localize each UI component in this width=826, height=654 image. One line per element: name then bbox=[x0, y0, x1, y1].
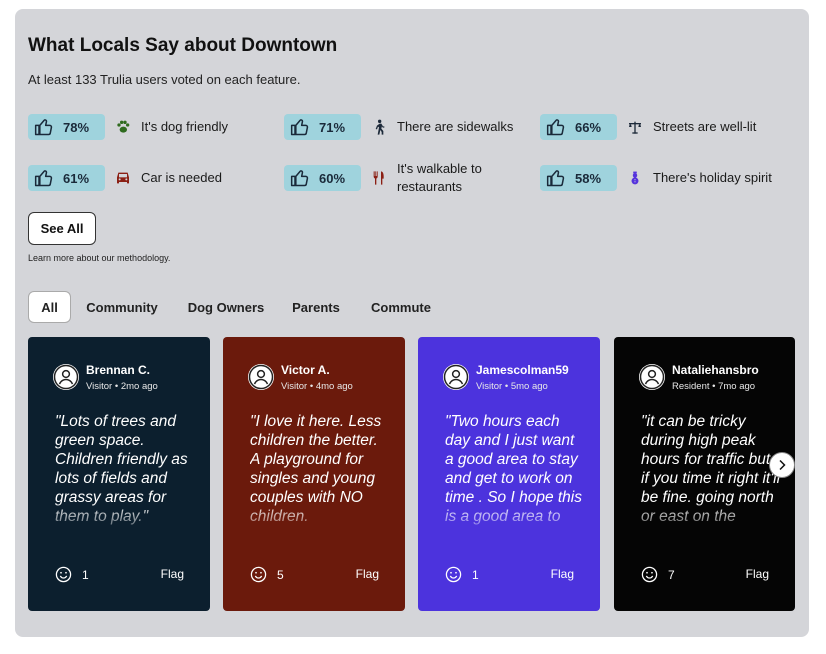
what-locals-say-panel: What Locals Say about Downtown At least … bbox=[15, 9, 809, 637]
review-quote: "it can be tricky during high peak hours… bbox=[641, 413, 781, 525]
reviewer-meta: Visitor • 5mo ago bbox=[476, 381, 548, 392]
review-quote: "Lots of trees and green space. Children… bbox=[55, 413, 188, 525]
review-card[interactable]: Nataliehansbro Resident • 7mo ago "it ca… bbox=[614, 337, 795, 611]
tab-commute[interactable]: Commute bbox=[364, 291, 438, 323]
percent-value: 58% bbox=[575, 170, 602, 186]
thumbs-up-icon bbox=[290, 119, 309, 136]
percent-badge: 58% bbox=[540, 165, 617, 191]
reviewer-meta: Visitor • 4mo ago bbox=[281, 381, 353, 392]
reviewer-name: Brennan C. bbox=[86, 363, 151, 377]
reaction-button[interactable]: 7 bbox=[641, 566, 675, 583]
feature-label: It's dog friendly bbox=[141, 119, 229, 134]
avatar bbox=[248, 364, 274, 390]
percent-value: 61% bbox=[63, 170, 90, 186]
feature-label: Car is needed bbox=[141, 170, 222, 185]
paw-icon bbox=[114, 118, 132, 136]
walking-person-icon bbox=[370, 118, 388, 136]
reaction-button[interactable]: 1 bbox=[55, 566, 89, 583]
flag-link[interactable]: Flag bbox=[356, 567, 379, 581]
reviewer-name: Jamescolman59 bbox=[476, 363, 569, 377]
thumbs-up-icon bbox=[34, 170, 53, 187]
percent-value: 78% bbox=[63, 119, 90, 135]
review-quote: "Two hours each day and I just want a go… bbox=[445, 413, 582, 525]
reaction-count: 5 bbox=[277, 567, 284, 582]
percent-badge: 61% bbox=[28, 165, 105, 191]
feature-well-lit[interactable]: 66% Streets are well-lit bbox=[540, 113, 756, 141]
fork-knife-icon bbox=[370, 169, 388, 187]
reaction-count: 7 bbox=[668, 567, 675, 582]
carousel-next-button[interactable] bbox=[769, 452, 795, 478]
flag-link[interactable]: Flag bbox=[746, 567, 769, 581]
reviewer-name: Victor A. bbox=[281, 363, 330, 377]
feature-label: There are sidewalks bbox=[397, 119, 514, 134]
street-lamp-icon bbox=[626, 118, 644, 136]
feature-holiday-spirit[interactable]: 58% There's holiday spirit bbox=[540, 164, 772, 192]
review-quote-container: "it can be tricky during high peak hours… bbox=[641, 412, 781, 540]
review-card[interactable]: Victor A. Visitor • 4mo ago "I love it h… bbox=[223, 337, 405, 611]
tab-parents[interactable]: Parents bbox=[287, 291, 345, 323]
review-quote-container: "Two hours each day and I just want a go… bbox=[445, 412, 585, 540]
smiley-icon bbox=[445, 566, 462, 583]
flag-link[interactable]: Flag bbox=[161, 567, 184, 581]
snowman-icon bbox=[626, 169, 644, 187]
section-subtitle: At least 133 Trulia users voted on each … bbox=[28, 72, 301, 87]
reviewer-meta: Visitor • 2mo ago bbox=[86, 381, 158, 392]
feature-dog-friendly[interactable]: 78% It's dog friendly bbox=[28, 113, 228, 141]
percent-badge: 66% bbox=[540, 114, 617, 140]
methodology-link[interactable]: Learn more about our methodology. bbox=[28, 253, 170, 263]
tab-community[interactable]: Community bbox=[81, 291, 163, 323]
chevron-right-icon bbox=[779, 459, 786, 471]
review-quote-container: "Lots of trees and green space. Children… bbox=[55, 412, 195, 540]
avatar bbox=[443, 364, 469, 390]
feature-label: Streets are well-lit bbox=[653, 119, 757, 134]
percent-value: 66% bbox=[575, 119, 602, 135]
reaction-count: 1 bbox=[82, 567, 89, 582]
review-card[interactable]: Jamescolman59 Visitor • 5mo ago "Two hou… bbox=[418, 337, 600, 611]
smiley-icon bbox=[641, 566, 658, 583]
smiley-icon bbox=[250, 566, 267, 583]
reaction-button[interactable]: 5 bbox=[250, 566, 284, 583]
feature-sidewalks[interactable]: 71% There are sidewalks bbox=[284, 113, 513, 141]
car-icon bbox=[114, 169, 132, 187]
section-title: What Locals Say about Downtown bbox=[28, 35, 338, 56]
see-all-button[interactable]: See All bbox=[28, 212, 96, 245]
tab-dog-owners[interactable]: Dog Owners bbox=[183, 291, 269, 323]
flag-link[interactable]: Flag bbox=[551, 567, 574, 581]
review-quote-container: "I love it here. Less children the bette… bbox=[250, 412, 390, 540]
thumbs-up-icon bbox=[34, 119, 53, 136]
review-quote: "I love it here. Less children the bette… bbox=[250, 413, 382, 525]
avatar bbox=[53, 364, 79, 390]
feature-walkable-restaurants[interactable]: 60% It's walkable to restaurants bbox=[284, 161, 507, 194]
percent-badge: 60% bbox=[284, 165, 361, 191]
percent-value: 71% bbox=[319, 119, 346, 135]
reviewer-name: Nataliehansbro bbox=[672, 363, 759, 377]
thumbs-up-icon bbox=[546, 119, 565, 136]
feature-label: There's holiday spirit bbox=[653, 170, 772, 185]
smiley-icon bbox=[55, 566, 72, 583]
thumbs-up-icon bbox=[290, 170, 309, 187]
tab-all[interactable]: All bbox=[28, 291, 71, 323]
thumbs-up-icon bbox=[546, 170, 565, 187]
feature-label: It's walkable to restaurants bbox=[397, 161, 482, 194]
feature-car-needed[interactable]: 61% Car is needed bbox=[28, 164, 222, 192]
reviewer-meta: Resident • 7mo ago bbox=[672, 381, 756, 392]
percent-badge: 78% bbox=[28, 114, 105, 140]
percent-value: 60% bbox=[319, 170, 346, 186]
avatar bbox=[639, 364, 665, 390]
percent-badge: 71% bbox=[284, 114, 361, 140]
reaction-button[interactable]: 1 bbox=[445, 566, 479, 583]
review-card[interactable]: Brennan C. Visitor • 2mo ago "Lots of tr… bbox=[28, 337, 210, 611]
reaction-count: 1 bbox=[472, 567, 479, 582]
